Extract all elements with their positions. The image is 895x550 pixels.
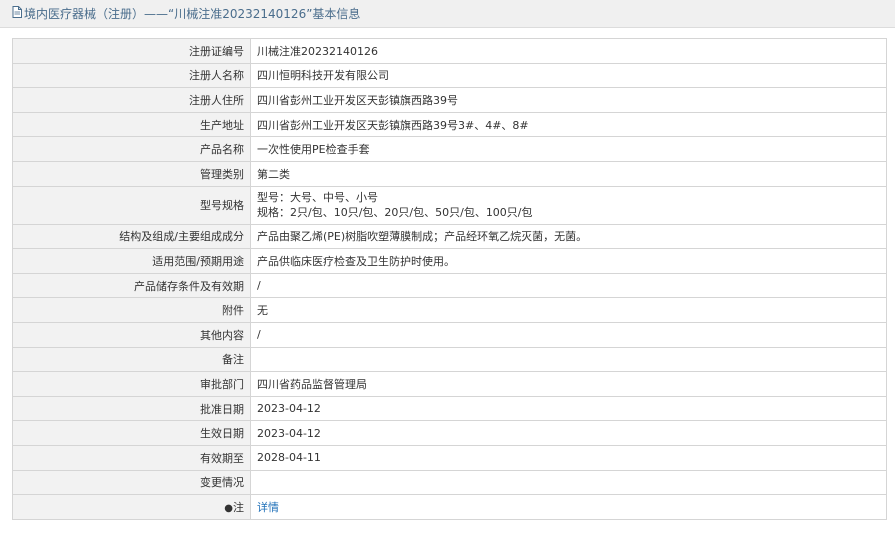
- bullet-icon: ●: [224, 502, 233, 514]
- row-label: 适用范围/预期用途: [12, 248, 251, 274]
- row-label: 管理类别: [12, 160, 251, 187]
- row-value: 详情: [250, 494, 887, 520]
- model-line: 型号：大号、中号、小号: [257, 191, 378, 205]
- row-label: 变更情况: [12, 469, 251, 496]
- row-label-note: ●注: [12, 494, 251, 520]
- row-label: 生效日期: [12, 420, 251, 446]
- row-value: 2023-04-12: [250, 420, 887, 446]
- row-label: 型号规格: [12, 185, 251, 225]
- table-row: 有效期至 2028-04-11: [12, 444, 887, 471]
- table-row: 附件 无: [12, 297, 887, 323]
- row-value: /: [250, 321, 887, 348]
- row-label: 结构及组成/主要组成成分: [12, 223, 251, 250]
- table-row: 生效日期 2023-04-12: [12, 420, 887, 446]
- row-label: 其他内容: [12, 321, 251, 348]
- row-value: 四川恒明科技开发有限公司: [250, 62, 887, 89]
- table-row: 生产地址 四川省彭州工业开发区天彭镇旗西路39号3#、4#、8#: [12, 111, 887, 138]
- table-row: 注册证编号 川械注准20232140126: [12, 38, 887, 64]
- row-value: 川械注准20232140126: [250, 38, 887, 64]
- table-row: 注册人名称 四川恒明科技开发有限公司: [12, 62, 887, 89]
- row-label: 注册人住所: [12, 87, 251, 113]
- details-link[interactable]: 详情: [257, 501, 279, 514]
- row-label: 注册人名称: [12, 62, 251, 89]
- note-label: 注: [233, 500, 244, 514]
- table-row: 备注: [12, 346, 887, 373]
- row-value: 2028-04-11: [250, 444, 887, 471]
- row-value: 一次性使用PE检查手套: [250, 136, 887, 162]
- row-value: 四川省彭州工业开发区天彭镇旗西路39号3#、4#、8#: [250, 111, 887, 138]
- table-row: 结构及组成/主要组成成分 产品由聚乙烯(PE)树脂吹塑薄膜制成；产品经环氧乙烷灭…: [12, 223, 887, 250]
- table-row: 型号规格 型号：大号、中号、小号 规格：2只/包、10只/包、20只/包、50只…: [12, 185, 887, 225]
- row-label: 备注: [12, 346, 251, 373]
- table-row: 变更情况: [12, 469, 887, 496]
- row-value: 第二类: [250, 160, 887, 187]
- row-value: 四川省药品监督管理局: [250, 371, 887, 397]
- spec-line: 规格：2只/包、10只/包、20只/包、50只/包、100只/包: [257, 206, 533, 220]
- row-label: 产品储存条件及有效期: [12, 272, 251, 299]
- row-value: [250, 469, 887, 496]
- page-title: 境内医疗器械（注册）——“川械注准20232140126”基本信息: [24, 7, 361, 21]
- document-icon: [12, 6, 22, 21]
- row-label: 附件: [12, 297, 251, 323]
- row-value: 四川省彭州工业开发区天彭镇旗西路39号: [250, 87, 887, 113]
- row-value: 2023-04-12: [250, 395, 887, 422]
- table-row: 批准日期 2023-04-12: [12, 395, 887, 422]
- row-value: 产品由聚乙烯(PE)树脂吹塑薄膜制成；产品经环氧乙烷灭菌，无菌。: [250, 223, 887, 250]
- row-label: 注册证编号: [12, 38, 251, 64]
- row-label: 批准日期: [12, 395, 251, 422]
- table-row: 适用范围/预期用途 产品供临床医疗检查及卫生防护时使用。: [12, 248, 887, 274]
- table-row: 审批部门 四川省药品监督管理局: [12, 371, 887, 397]
- table-row: 产品名称 一次性使用PE检查手套: [12, 136, 887, 162]
- row-value: 型号：大号、中号、小号 规格：2只/包、10只/包、20只/包、50只/包、10…: [250, 185, 887, 225]
- row-value: /: [250, 272, 887, 299]
- row-value: [250, 346, 887, 373]
- table-row: 产品储存条件及有效期 /: [12, 272, 887, 299]
- info-table: 注册证编号 川械注准20232140126 注册人名称 四川恒明科技开发有限公司…: [12, 38, 887, 520]
- row-value: 无: [250, 297, 887, 323]
- table-row: ●注 详情: [12, 494, 887, 520]
- row-label: 有效期至: [12, 444, 251, 471]
- table-row: 管理类别 第二类: [12, 160, 887, 187]
- row-value: 产品供临床医疗检查及卫生防护时使用。: [250, 248, 887, 274]
- table-row: 其他内容 /: [12, 321, 887, 348]
- row-label: 生产地址: [12, 111, 251, 138]
- page-header: 境内医疗器械（注册）——“川械注准20232140126”基本信息: [0, 0, 895, 28]
- row-label: 审批部门: [12, 371, 251, 397]
- row-label: 产品名称: [12, 136, 251, 162]
- table-row: 注册人住所 四川省彭州工业开发区天彭镇旗西路39号: [12, 87, 887, 113]
